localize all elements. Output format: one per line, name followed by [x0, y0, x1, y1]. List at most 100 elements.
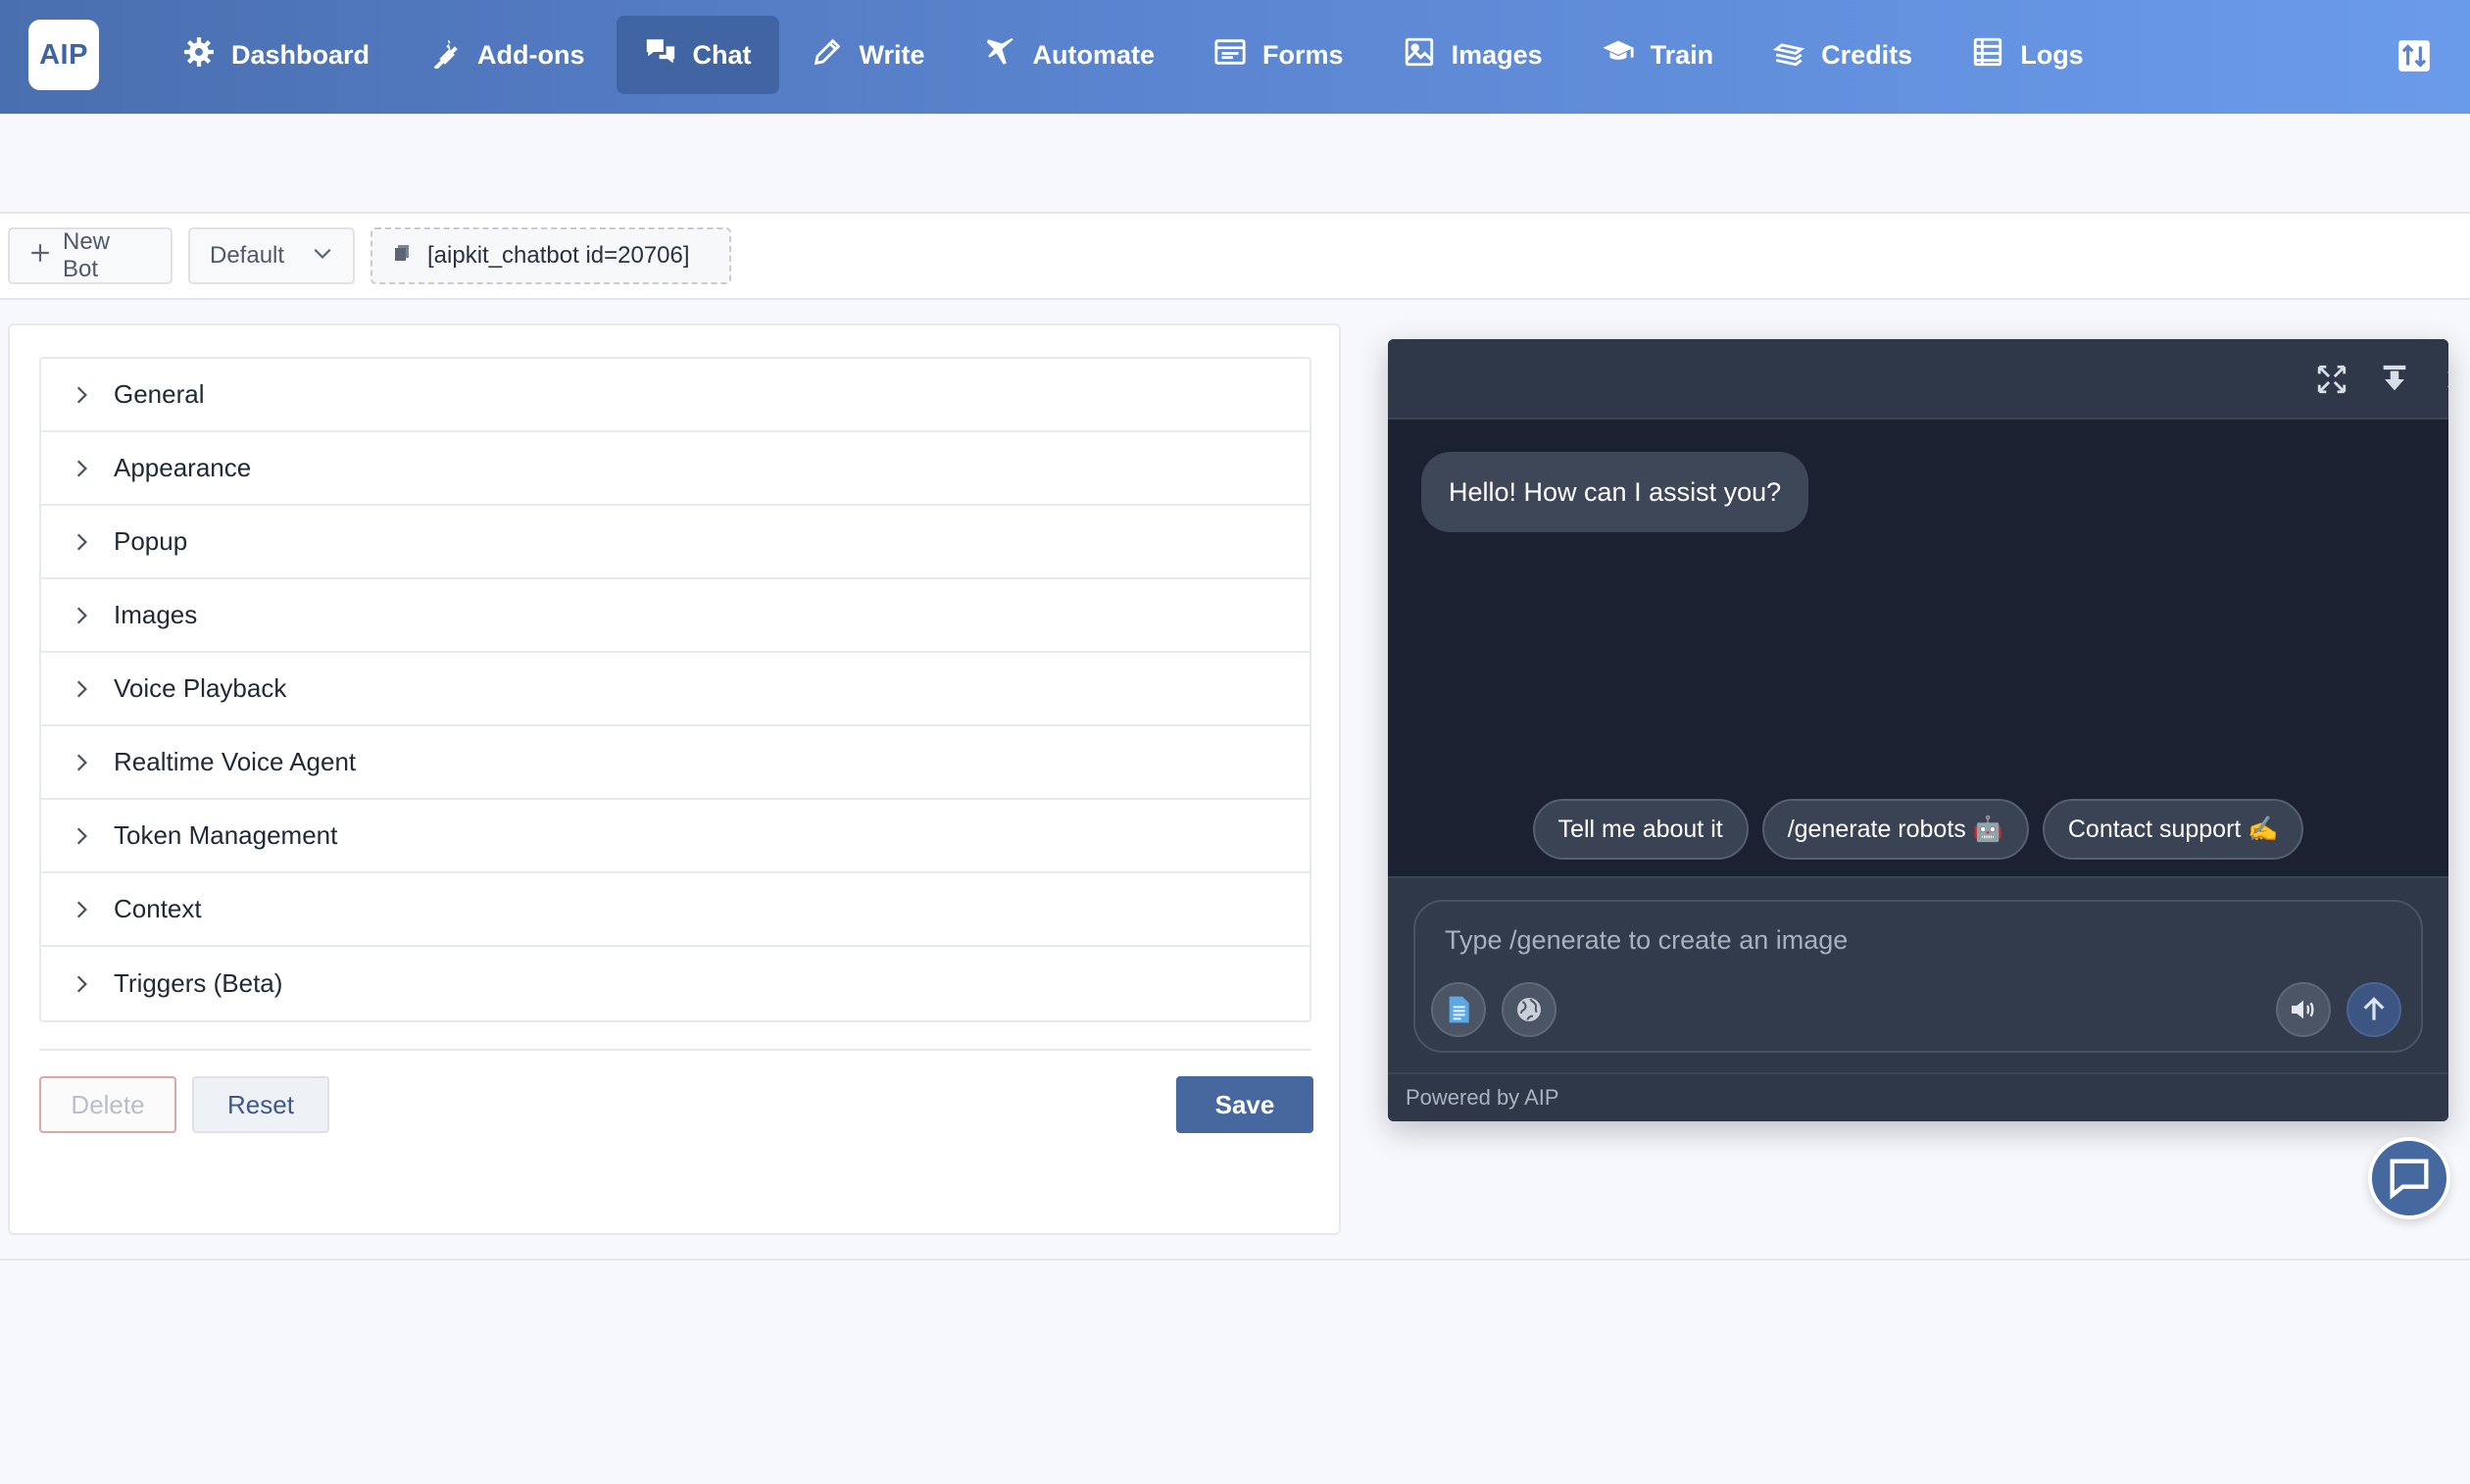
globe-icon	[1517, 998, 1541, 1021]
pencil-icon	[811, 35, 844, 75]
accordion-item-realtime-voice-agent[interactable]: Realtime Voice Agent	[41, 726, 1309, 800]
chevron-right-icon	[76, 607, 87, 623]
nav-label: Dashboard	[231, 39, 370, 70]
coins-icon	[1772, 35, 1805, 75]
chevron-right-icon	[76, 901, 87, 917]
graduation-cap-icon	[1602, 35, 1635, 75]
web-search-button[interactable]	[1502, 982, 1556, 1037]
accordion-item-triggers[interactable]: Triggers (Beta)	[41, 947, 1309, 1020]
chevron-right-icon	[76, 386, 87, 403]
chevron-right-icon	[76, 827, 87, 844]
new-bot-label: New Bot	[63, 228, 111, 282]
chat-launcher-button[interactable]	[2368, 1137, 2450, 1219]
nav-item-dashboard[interactable]: Dashboard	[155, 16, 397, 94]
accordion-label: Appearance	[114, 453, 252, 482]
save-button[interactable]: Save	[1176, 1076, 1313, 1133]
chevron-right-icon	[76, 680, 87, 697]
send-button[interactable]	[2346, 982, 2401, 1037]
accordion-label: Token Management	[114, 820, 338, 850]
top-navigation: AIP Dashboard Add-ons Chat Write Automat…	[0, 0, 2470, 114]
nav-menu: Dashboard Add-ons Chat Write Automate Fo…	[155, 16, 2115, 94]
nav-label: Images	[1451, 39, 1543, 70]
shortcode-text: [aipkit_chatbot id=20706]	[427, 242, 690, 269]
divider	[39, 1049, 1311, 1051]
voice-toggle-button[interactable]	[2276, 982, 2331, 1037]
document-icon	[1449, 996, 1469, 1023]
delete-button[interactable]: Delete	[39, 1076, 176, 1133]
divider	[0, 298, 2470, 300]
new-bot-button[interactable]: New Bot	[8, 227, 173, 284]
shortcode-copy[interactable]: [aipkit_chatbot id=20706]	[370, 227, 731, 284]
nav-item-forms[interactable]: Forms	[1186, 16, 1371, 94]
suggestion-chip[interactable]: /generate robots 🤖	[1761, 799, 2029, 860]
gear-icon	[182, 35, 216, 75]
nav-label: Forms	[1262, 39, 1344, 70]
swap-icon[interactable]	[2396, 37, 2433, 74]
accordion-item-voice-playback[interactable]: Voice Playback	[41, 653, 1309, 726]
chat-footer: Powered by AIP	[1388, 1072, 2448, 1121]
file-upload-button[interactable]	[1431, 982, 1486, 1037]
bot-select[interactable]: Default	[188, 227, 355, 284]
accordion-item-appearance[interactable]: Appearance	[41, 432, 1309, 506]
suggestion-chip[interactable]: Tell me about it	[1532, 799, 1749, 860]
form-icon	[1213, 35, 1247, 75]
chat-widget: Hello! How can I assist you? Tell me abo…	[1388, 339, 2448, 1121]
nav-label: Train	[1650, 39, 1714, 70]
download-icon[interactable]	[2378, 363, 2411, 396]
chat-icon	[644, 35, 677, 75]
accordion-item-context[interactable]: Context	[41, 873, 1309, 947]
nav-item-write[interactable]: Write	[783, 16, 953, 94]
nav-item-images[interactable]: Images	[1375, 16, 1570, 94]
nav-item-train[interactable]: Train	[1574, 16, 1742, 94]
accordion-item-general[interactable]: General	[41, 359, 1309, 432]
accordion-item-popup[interactable]: Popup	[41, 506, 1309, 579]
suggestion-chip[interactable]: Contact support ✍️	[2042, 799, 2304, 860]
nav-label: Logs	[2020, 39, 2084, 70]
nav-label: Automate	[1032, 39, 1156, 70]
app-logo[interactable]: AIP	[28, 20, 99, 90]
chevron-down-icon	[312, 242, 333, 271]
settings-accordion: General Appearance Popup Images Voice Pl…	[39, 357, 1311, 1022]
speaker-icon	[2292, 1000, 2314, 1019]
nav-label: Chat	[692, 39, 752, 70]
bot-message: Hello! How can I assist you?	[1421, 452, 1809, 532]
accordion-label: Triggers (Beta)	[114, 968, 283, 998]
nav-item-chat[interactable]: Chat	[616, 16, 779, 94]
bot-select-value: Default	[210, 242, 285, 269]
nav-item-logs[interactable]: Logs	[1944, 16, 2111, 94]
reset-button[interactable]: Reset	[192, 1076, 329, 1133]
fullscreen-icon[interactable]	[2315, 363, 2348, 396]
plus-icon	[29, 242, 51, 271]
image-icon	[1403, 35, 1436, 75]
close-icon[interactable]	[2441, 363, 2448, 396]
nav-item-addons[interactable]: Add-ons	[401, 16, 612, 94]
divider	[0, 1259, 2470, 1261]
accordion-label: Voice Playback	[114, 673, 287, 703]
nav-label: Write	[859, 39, 925, 70]
accordion-label: Images	[114, 600, 198, 629]
list-icon	[1971, 35, 2004, 75]
accordion-label: Realtime Voice Agent	[114, 747, 357, 776]
suggestion-chips: Tell me about it /generate robots 🤖 Cont…	[1388, 799, 2448, 860]
copy-icon	[392, 242, 412, 270]
arrow-up-icon	[2363, 997, 2385, 1020]
plane-icon	[984, 35, 1017, 75]
chevron-right-icon	[76, 754, 87, 770]
chat-header	[1388, 339, 2448, 420]
chevron-right-icon	[76, 460, 87, 476]
nav-item-automate[interactable]: Automate	[957, 16, 1183, 94]
chevron-right-icon	[76, 975, 87, 992]
nav-item-credits[interactable]: Credits	[1745, 16, 1940, 94]
nav-label: Credits	[1821, 39, 1913, 70]
accordion-label: Context	[114, 894, 202, 923]
chevron-right-icon	[76, 533, 87, 550]
accordion-label: Popup	[114, 526, 188, 556]
chat-input[interactable]: Type /generate to create an image	[1413, 900, 2423, 1053]
chat-input-placeholder: Type /generate to create an image	[1445, 925, 1849, 955]
chat-input-bar: Type /generate to create an image	[1388, 876, 2448, 1074]
accordion-item-images[interactable]: Images	[41, 579, 1309, 653]
accordion-item-token-management[interactable]: Token Management	[41, 800, 1309, 873]
accordion-label: General	[114, 379, 205, 409]
nav-label: Add-ons	[477, 39, 585, 70]
bot-toolbar: New Bot Default [aipkit_chatbot id=20706…	[0, 214, 2470, 298]
